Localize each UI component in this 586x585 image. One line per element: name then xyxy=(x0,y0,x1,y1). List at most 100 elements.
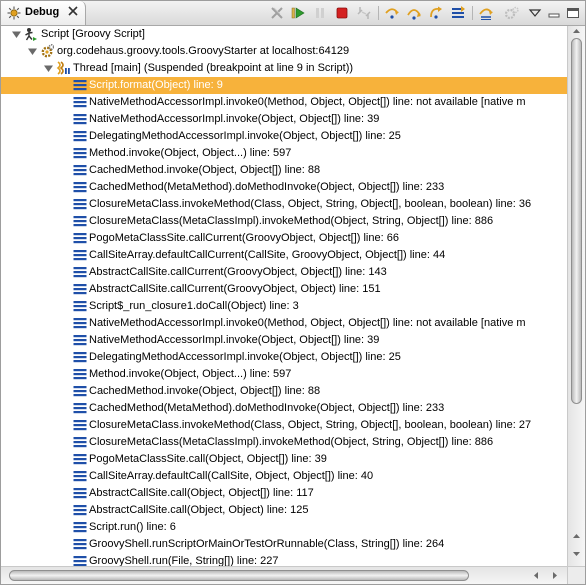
step-return-button[interactable] xyxy=(428,5,444,21)
drop-to-frame-button[interactable] xyxy=(450,5,466,21)
scroll-down-arrow-icon[interactable] xyxy=(571,548,582,559)
resume-button[interactable] xyxy=(290,5,306,21)
stack-frame-label: AbstractCallSite.call(Object, Object[]) … xyxy=(89,487,314,499)
stack-frame-row[interactable]: ClosureMetaClass.invokeMethod(Class, Obj… xyxy=(1,417,567,434)
stack-frame-label: PogoMetaClassSite.callCurrent(GroovyObje… xyxy=(89,232,399,244)
stack-frame-row[interactable]: CachedMethod(MetaMethod).doMethodInvoke(… xyxy=(1,179,567,196)
stack-frame-icon xyxy=(73,352,87,363)
scroll-left-arrow-icon[interactable] xyxy=(531,570,542,581)
minimize-icon xyxy=(548,13,560,18)
stack-frame-row[interactable]: NativeMethodAccessorImpl.invoke(Object, … xyxy=(1,332,567,349)
stack-frame-label: ClosureMetaClass.invokeMethod(Class, Obj… xyxy=(89,419,532,431)
stack-frame-label: ClosureMetaClass(MetaClassImpl).invokeMe… xyxy=(89,215,494,227)
scrollbar-corner xyxy=(567,566,585,584)
stack-frame-row[interactable]: Script.run() line: 6 xyxy=(1,519,567,536)
stack-frame-row[interactable]: PogoMetaClassSite.call(Object, Object[])… xyxy=(1,451,567,468)
resume-icon xyxy=(291,7,305,19)
step-into-button[interactable] xyxy=(384,5,400,21)
suspended-thread-icon xyxy=(56,61,70,75)
stack-frame-label: CachedMethod(MetaMethod).doMethodInvoke(… xyxy=(89,181,445,193)
stack-frame-icon xyxy=(73,233,87,244)
stack-frame-icon xyxy=(73,369,87,380)
stack-frame-row[interactable]: CallSiteArray.defaultCall(CallSite, Obje… xyxy=(1,468,567,485)
stack-frame-row[interactable]: PogoMetaClassSite.callCurrent(GroovyObje… xyxy=(1,230,567,247)
use-step-filters-button[interactable] xyxy=(478,5,494,21)
stack-frame-icon xyxy=(73,505,87,516)
terminate-button[interactable] xyxy=(334,5,350,21)
tree-row-debug-target[interactable]: org.codehaus.groovy.tools.GroovyStarter … xyxy=(1,43,567,60)
debug-target-icon xyxy=(41,44,54,58)
stack-frame-row[interactable]: AbstractCallSite.call(Object, Object[]) … xyxy=(1,485,567,502)
remove-all-terminated-button[interactable] xyxy=(269,5,285,21)
stack-frame-label: Script$_run_closure1.doCall(Object) line… xyxy=(89,300,299,312)
step-return-icon xyxy=(430,6,442,19)
stack-frame-label: ClosureMetaClass.invokeMethod(Class, Obj… xyxy=(89,198,532,210)
stack-frame-label: GroovyShell.run(File, String[]) line: 22… xyxy=(89,555,279,566)
stack-frame-icon xyxy=(73,97,87,108)
scroll-up-arrow-icon[interactable] xyxy=(571,531,582,542)
expanded-triangle-icon[interactable] xyxy=(12,30,21,39)
maximize-icon xyxy=(567,8,579,18)
stack-frame-row[interactable]: Method.invoke(Object, Object...) line: 5… xyxy=(1,366,567,383)
stack-frame-icon xyxy=(73,522,87,533)
stack-frame-icon xyxy=(73,556,87,566)
minimize-button[interactable] xyxy=(546,5,562,21)
stack-frame-row[interactable]: GroovyShell.runScriptOrMainOrTestOrRunna… xyxy=(1,536,567,553)
stack-frame-label: CallSiteArray.defaultCall(CallSite, Obje… xyxy=(89,470,374,482)
stack-frame-label: GroovyShell.runScriptOrMainOrTestOrRunna… xyxy=(89,538,445,550)
stack-frame-label: DelegatingMethodAccessorImpl.invoke(Obje… xyxy=(89,130,401,142)
debug-tree[interactable]: Script [Groovy Script] org.codehaus.groo… xyxy=(1,26,567,566)
stack-frame-row[interactable]: DelegatingMethodAccessorImpl.invoke(Obje… xyxy=(1,349,567,366)
stack-frame-row[interactable]: CachedMethod.invoke(Object, Object[]) li… xyxy=(1,162,567,179)
stack-frame-row[interactable]: AbstractCallSite.call(Object, Object) li… xyxy=(1,502,567,519)
stack-frame-row[interactable]: NativeMethodAccessorImpl.invoke(Object, … xyxy=(1,111,567,128)
horizontal-scrollbar[interactable] xyxy=(1,566,567,584)
tree-row-launch[interactable]: Script [Groovy Script] xyxy=(1,26,567,43)
stack-frame-row[interactable]: ClosureMetaClass(MetaClassImpl).invokeMe… xyxy=(1,213,567,230)
stack-frame-label: Method.invoke(Object, Object...) line: 5… xyxy=(89,368,292,380)
stack-frame-row[interactable]: NativeMethodAccessorImpl.invoke0(Method,… xyxy=(1,315,567,332)
tab-debug[interactable]: Debug xyxy=(1,1,86,25)
tree-row-thread[interactable]: Thread [main] (Suspended (breakpoint at … xyxy=(1,60,567,77)
suspend-button[interactable] xyxy=(312,5,328,21)
debug-options-button[interactable] xyxy=(504,5,520,21)
stack-frame-row[interactable]: DelegatingMethodAccessorImpl.invoke(Obje… xyxy=(1,128,567,145)
horizontal-scroll-thumb[interactable] xyxy=(9,570,469,581)
stack-frame-row[interactable]: AbstractCallSite.callCurrent(GroovyObjec… xyxy=(1,264,567,281)
maximize-button[interactable] xyxy=(565,5,581,21)
stack-frame-row[interactable]: Method.invoke(Object, Object...) line: 5… xyxy=(1,145,567,162)
remove-all-terminated-icon xyxy=(271,7,283,19)
step-over-button[interactable] xyxy=(406,5,422,21)
vertical-scrollbar[interactable] xyxy=(567,26,585,566)
view-menu-button[interactable] xyxy=(527,5,543,21)
scroll-right-arrow-icon[interactable] xyxy=(549,570,560,581)
stack-frame-row[interactable]: CallSiteArray.defaultCallCurrent(CallSit… xyxy=(1,247,567,264)
stack-frame-row[interactable]: Script$_run_closure1.doCall(Object) line… xyxy=(1,298,567,315)
stack-frame-row[interactable]: ClosureMetaClass(MetaClassImpl).invokeMe… xyxy=(1,434,567,451)
stack-frame-row[interactable]: NativeMethodAccessorImpl.invoke0(Method,… xyxy=(1,94,567,111)
view-title-bar: Debug xyxy=(1,1,585,26)
stack-frame-label: CachedMethod.invoke(Object, Object[]) li… xyxy=(89,164,321,176)
stack-frame-row[interactable]: GroovyShell.run(File, String[]) line: 22… xyxy=(1,553,567,566)
stack-frame-row[interactable]: CachedMethod(MetaMethod).doMethodInvoke(… xyxy=(1,400,567,417)
stack-frame-icon xyxy=(73,216,87,227)
disconnect-button[interactable] xyxy=(356,5,372,21)
stack-frame-icon xyxy=(73,539,87,550)
stack-frame-label: NativeMethodAccessorImpl.invoke0(Method,… xyxy=(89,317,526,329)
close-icon[interactable] xyxy=(67,5,79,17)
expanded-triangle-icon[interactable] xyxy=(28,47,37,56)
scroll-up-arrow-icon[interactable] xyxy=(571,26,582,37)
stack-frame-label: AbstractCallSite.callCurrent(GroovyObjec… xyxy=(89,283,381,295)
stack-frame-row[interactable]: CachedMethod.invoke(Object, Object[]) li… xyxy=(1,383,567,400)
suspend-icon xyxy=(316,8,324,18)
stack-frame-icon xyxy=(73,488,87,499)
stack-frame-label: CallSiteArray.defaultCallCurrent(CallSit… xyxy=(89,249,446,261)
stack-frame-row-selected[interactable]: Script.format(Object) line: 9 xyxy=(1,77,567,94)
expanded-triangle-icon[interactable] xyxy=(44,64,53,73)
stack-frame-row[interactable]: ClosureMetaClass.invokeMethod(Class, Obj… xyxy=(1,196,567,213)
launch-icon xyxy=(25,28,37,41)
use-step-filters-icon xyxy=(479,8,493,20)
debug-bug-icon xyxy=(7,6,21,20)
vertical-scroll-thumb[interactable] xyxy=(571,38,582,404)
stack-frame-row[interactable]: AbstractCallSite.callCurrent(GroovyObjec… xyxy=(1,281,567,298)
